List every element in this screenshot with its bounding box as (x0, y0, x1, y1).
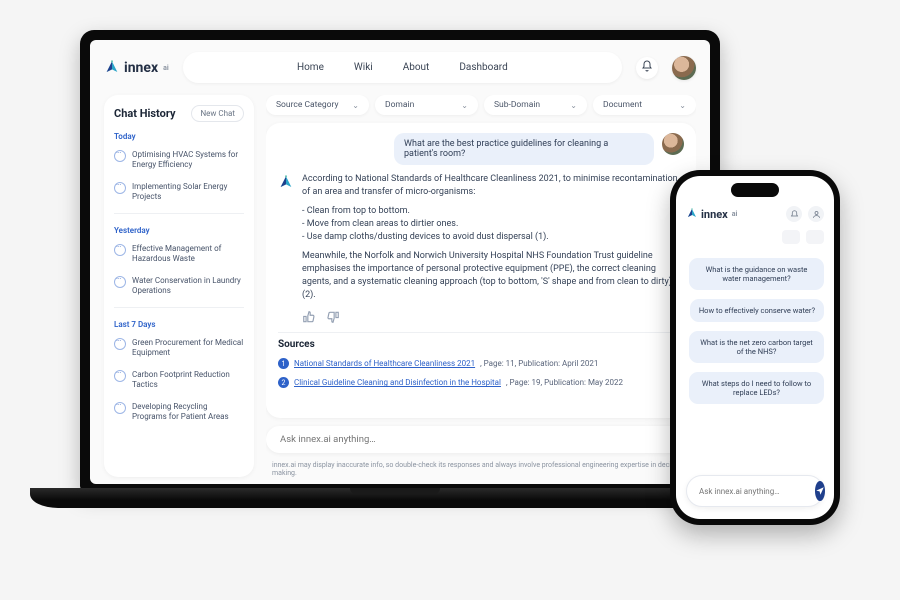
source-badge: 1 (278, 358, 289, 369)
nav-about[interactable]: About (391, 58, 442, 77)
suggestion-bubble[interactable]: What steps do I need to follow to replac… (689, 372, 824, 404)
source-meta: , Page: 19, Publication: May 2022 (506, 378, 623, 387)
app-root: innexai Home Wiki About Dashboard (90, 40, 710, 484)
suggestion-bubble[interactable]: What is the net zero carbon target of th… (689, 331, 824, 363)
laptop-screen: innexai Home Wiki About Dashboard (90, 40, 710, 484)
nav-dashboard[interactable]: Dashboard (447, 58, 519, 77)
laptop-frame: innexai Home Wiki About Dashboard (75, 30, 725, 540)
laptop-hinge-notch (350, 488, 440, 494)
chat-icon (114, 276, 126, 288)
prompt-input[interactable] (280, 434, 682, 445)
filter-document[interactable]: Document⌄ (593, 95, 696, 115)
chevron-down-icon: ⌄ (679, 101, 686, 110)
divider (114, 213, 244, 214)
filter-subdomain[interactable]: Sub-Domain⌄ (484, 95, 587, 115)
sidebar-header: Chat History New Chat (114, 105, 244, 122)
phone-prompt-box[interactable] (686, 475, 824, 507)
main-nav: Home Wiki About Dashboard (183, 52, 622, 83)
history-item[interactable]: Developing Recycling Programs for Patien… (114, 399, 244, 425)
history-item[interactable]: Carbon Footprint Reduction Tactics (114, 367, 244, 393)
thumbs-down-icon[interactable] (326, 310, 340, 324)
source-link[interactable]: National Standards of Healthcare Cleanli… (294, 359, 475, 368)
main-column: Source Category⌄ Domain⌄ Sub-Domain⌄ Doc… (266, 95, 696, 477)
nav-home[interactable]: Home (285, 58, 336, 77)
group-today: Today (114, 132, 244, 141)
chat-icon (114, 402, 126, 414)
columns: Chat History New Chat Today Optimising H… (104, 95, 696, 477)
chevron-down-icon: ⌄ (570, 101, 577, 110)
thumbs-up-icon[interactable] (302, 310, 316, 324)
avatar (662, 133, 684, 155)
logo-icon (278, 175, 294, 191)
filter-chip[interactable] (806, 230, 824, 244)
prompt-box[interactable] (266, 426, 696, 453)
filter-row: Source Category⌄ Domain⌄ Sub-Domain⌄ Doc… (266, 95, 696, 115)
filter-chip[interactable] (782, 230, 800, 244)
disclaimer-text: innex.ai may display inaccurate info, so… (266, 461, 696, 477)
chat-icon (114, 182, 126, 194)
avatar[interactable] (672, 56, 696, 80)
filter-domain[interactable]: Domain⌄ (375, 95, 478, 115)
history-item[interactable]: Water Conservation in Laundry Operations (114, 273, 244, 299)
prompt-input[interactable] (699, 487, 809, 496)
dynamic-island (731, 183, 779, 197)
bell-icon (641, 60, 653, 75)
phone-filter-row (686, 230, 824, 244)
notifications-button[interactable] (786, 206, 802, 222)
logo-icon (104, 60, 120, 76)
history-item[interactable]: Effective Management of Hazardous Waste (114, 241, 244, 267)
source-item: 2 Clinical Guideline Cleaning and Disinf… (278, 377, 684, 388)
send-button[interactable] (815, 481, 825, 501)
sidebar-title: Chat History (114, 107, 175, 120)
sources-heading: Sources (278, 332, 684, 350)
history-item[interactable]: Optimising HVAC Systems for Energy Effic… (114, 147, 244, 173)
ai-message-row: According to National Standards of Healt… (278, 173, 684, 302)
divider (114, 307, 244, 308)
brand-name: innex (701, 208, 728, 221)
user-message: What are the best practice guidelines fo… (394, 133, 654, 165)
chat-panel: What are the best practice guidelines fo… (266, 123, 696, 418)
filter-source-category[interactable]: Source Category⌄ (266, 95, 369, 115)
brand-suffix: ai (732, 210, 738, 218)
logo-icon (686, 208, 698, 220)
group-last7: Last 7 Days (114, 320, 244, 329)
laptop-bezel: innexai Home Wiki About Dashboard (80, 30, 720, 490)
nav-wiki[interactable]: Wiki (342, 58, 385, 77)
laptop-base (30, 488, 760, 508)
brand-suffix: ai (163, 64, 169, 72)
chat-icon (114, 150, 126, 162)
source-meta: , Page: 11, Publication: April 2021 (480, 359, 598, 368)
phone-header-actions (786, 206, 824, 222)
brand-name: innex (124, 60, 158, 76)
history-item[interactable]: Implementing Solar Energy Projects (114, 179, 244, 205)
feedback-row (278, 310, 684, 324)
topbar: innexai Home Wiki About Dashboard (104, 52, 696, 83)
suggestion-bubble[interactable]: How to effectively conserve water? (690, 299, 824, 322)
chevron-down-icon: ⌄ (461, 101, 468, 110)
history-item[interactable]: Green Procurement for Medical Equipment (114, 335, 244, 361)
user-message-row: What are the best practice guidelines fo… (278, 133, 684, 165)
chat-icon (114, 338, 126, 350)
source-link[interactable]: Clinical Guideline Cleaning and Disinfec… (294, 378, 501, 387)
brand-logo[interactable]: innexai (686, 208, 737, 221)
phone-topbar: innexai (686, 206, 824, 222)
new-chat-button[interactable]: New Chat (191, 105, 244, 122)
source-badge: 2 (278, 377, 289, 388)
chat-history-sidebar: Chat History New Chat Today Optimising H… (104, 95, 254, 477)
avatar[interactable] (808, 206, 824, 222)
suggestion-bubble[interactable]: What is the guidance on waste water mana… (689, 258, 824, 290)
brand-logo[interactable]: innexai (104, 60, 169, 76)
phone-screen: innexai What is the guidance on waste wa… (676, 176, 834, 519)
ai-message: According to National Standards of Healt… (302, 173, 684, 302)
chat-icon (114, 370, 126, 382)
phone-suggestions: What is the guidance on waste water mana… (686, 258, 824, 404)
group-yesterday: Yesterday (114, 226, 244, 235)
phone-frame: innexai What is the guidance on waste wa… (670, 170, 840, 525)
chevron-down-icon: ⌄ (352, 101, 359, 110)
chat-icon (114, 244, 126, 256)
source-item: 1 National Standards of Healthcare Clean… (278, 358, 684, 369)
notifications-button[interactable] (636, 57, 658, 79)
